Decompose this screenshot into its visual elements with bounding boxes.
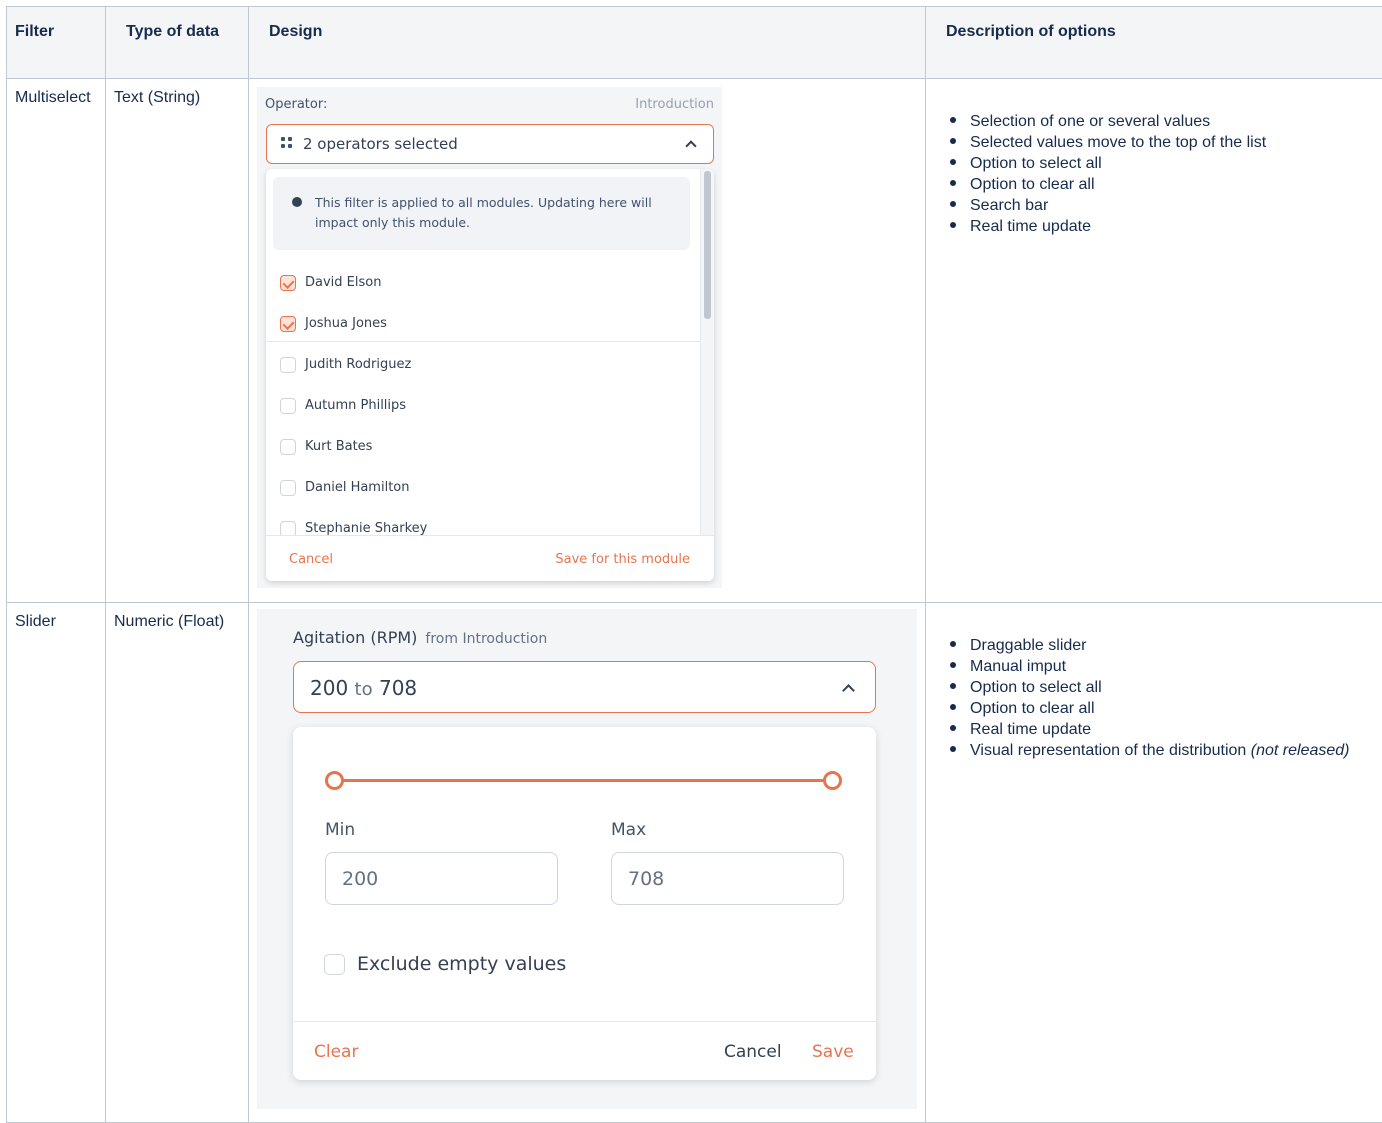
checkbox[interactable] xyxy=(280,480,296,496)
checkbox[interactable] xyxy=(280,357,296,373)
slider-title: Agitation (RPM) from Introduction xyxy=(293,628,547,647)
list-item: Draggable slider xyxy=(970,635,1382,656)
not-released-note: (not released) xyxy=(1251,742,1350,759)
min-label: Min xyxy=(325,820,355,840)
max-input[interactable]: 708 xyxy=(611,852,844,905)
list-item: Option to clear all xyxy=(970,174,1382,195)
scrollbar[interactable] xyxy=(700,169,714,535)
header-type-of-data: Type of data xyxy=(106,7,249,79)
operator-select[interactable]: 2 operators selected xyxy=(266,124,714,164)
info-text: This filter is applied to all modules. U… xyxy=(315,193,675,233)
source-label: from Introduction xyxy=(425,631,547,647)
list-item: Option to select all xyxy=(970,677,1382,698)
list-item-label: Kurt Bates xyxy=(305,439,372,454)
slider-mockup: Agitation (RPM) from Introduction 200 to … xyxy=(257,609,917,1109)
slider-footer: Clear Cancel Save xyxy=(293,1021,876,1080)
list-item: Option to select all xyxy=(970,153,1382,174)
list-item-label: Autumn Phillips xyxy=(305,398,406,413)
filter-cell: Slider xyxy=(7,603,106,1123)
checkbox[interactable] xyxy=(280,275,296,291)
list-item-label: Stephanie Sharkey xyxy=(305,521,427,536)
list-item: Real time update xyxy=(970,719,1382,740)
save-button[interactable]: Save xyxy=(812,1042,854,1062)
checkbox[interactable] xyxy=(280,398,296,414)
cancel-button[interactable]: Cancel xyxy=(289,552,333,567)
min-input[interactable]: 200 xyxy=(325,852,558,905)
divider xyxy=(266,341,700,342)
scrollbar-thumb[interactable] xyxy=(704,171,711,319)
range-to: to xyxy=(355,679,373,700)
max-label: Max xyxy=(611,820,646,840)
multiselect-mockup: Operator: Introduction 2 operators selec… xyxy=(257,87,722,588)
list-item-label: Daniel Hamilton xyxy=(305,480,410,495)
slider-title-text: Agitation (RPM) xyxy=(293,628,417,647)
header-row: Filter Type of data Design Description o… xyxy=(7,7,1382,79)
select-value: 2 operators selected xyxy=(303,135,458,153)
slider-panel: Min Max 200 708 Exclude empty values Cle… xyxy=(293,727,876,1080)
cancel-button[interactable]: Cancel xyxy=(724,1042,782,1062)
list-item: Manual imput xyxy=(970,656,1382,677)
description-cell: Selection of one or several values Selec… xyxy=(926,79,1382,603)
list-item-text: Visual representation of the distributio… xyxy=(970,742,1246,759)
range-select[interactable]: 200 to 708 xyxy=(293,661,876,713)
list-item: Selection of one or several values xyxy=(970,111,1382,132)
checkbox[interactable] xyxy=(280,316,296,332)
list-item: Real time update xyxy=(970,216,1382,237)
list-item: Selected values move to the top of the l… xyxy=(970,132,1382,153)
header-design: Design xyxy=(249,7,926,79)
slider-track[interactable] xyxy=(333,779,833,782)
operator-label: Operator: xyxy=(265,97,327,112)
list-item-label: Joshua Jones xyxy=(305,316,387,331)
list-item: Search bar xyxy=(970,195,1382,216)
chevron-up-icon[interactable] xyxy=(842,684,855,697)
range-min: 200 xyxy=(310,676,348,700)
info-icon xyxy=(292,197,302,207)
list-item-label: Judith Rodriguez xyxy=(305,357,411,372)
slider-max-handle[interactable] xyxy=(823,771,842,790)
exclude-empty-label: Exclude empty values xyxy=(357,953,566,975)
options-list: Selection of one or several values Selec… xyxy=(926,111,1382,237)
type-cell: Numeric (Float) xyxy=(106,603,249,1123)
description-cell: Draggable slider Manual imput Option to … xyxy=(926,603,1382,1123)
source-label: Introduction xyxy=(635,97,714,112)
list-item-label: David Elson xyxy=(305,275,381,290)
grid-icon xyxy=(281,137,293,149)
chevron-up-icon[interactable] xyxy=(685,140,696,151)
clear-button[interactable]: Clear xyxy=(314,1042,358,1062)
range-max: 708 xyxy=(379,676,417,700)
range-value: 200 to 708 xyxy=(310,676,417,700)
save-button[interactable]: Save for this module xyxy=(555,552,690,567)
filter-cell: Multiselect xyxy=(7,79,106,603)
type-cell: Text (String) xyxy=(106,79,249,603)
header-filter: Filter xyxy=(7,7,106,79)
exclude-empty-checkbox[interactable] xyxy=(324,954,345,975)
header-description: Description of options xyxy=(926,7,1382,79)
options-list: Draggable slider Manual imput Option to … xyxy=(926,635,1382,761)
list-item: Visual representation of the distributio… xyxy=(970,740,1382,761)
list-item: Option to clear all xyxy=(970,698,1382,719)
info-banner: This filter is applied to all modules. U… xyxy=(273,177,690,250)
dropdown-panel: This filter is applied to all modules. U… xyxy=(266,169,714,581)
slider-min-handle[interactable] xyxy=(325,771,344,790)
dropdown-footer: Cancel Save for this module xyxy=(266,535,714,581)
checkbox[interactable] xyxy=(280,439,296,455)
